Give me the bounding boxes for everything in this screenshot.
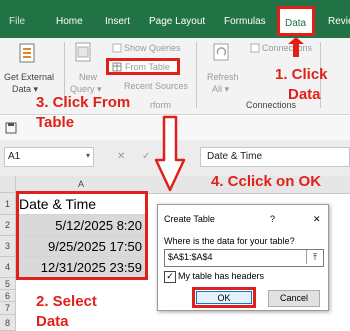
range-input[interactable]: $A$1:$A$4 ⤒ [164, 249, 324, 267]
callout-step3: 3. Click From [36, 94, 131, 111]
ok-button-highlight: OK [192, 287, 256, 308]
range-prompt-label: Where is the data for your table? [164, 236, 295, 246]
headers-checkbox-label: My table has headers [178, 271, 265, 281]
cancel-button[interactable]: Cancel [268, 290, 320, 307]
collapse-dialog-icon[interactable]: ⤒ [306, 250, 323, 264]
help-icon[interactable]: ? [270, 214, 275, 225]
arrow-down-to-dialog-icon [154, 115, 186, 192]
headers-checkbox[interactable]: ✓ [164, 271, 176, 283]
callout-step2-line2: Data [36, 313, 69, 330]
callout-step4: 4. Cclick on OK [211, 173, 322, 190]
ok-button[interactable]: OK [196, 291, 252, 304]
callout-step2: 2. Select [36, 293, 97, 310]
create-table-dialog: Create Table ? ✕ Where is the data for y… [157, 204, 329, 311]
callout-step1: 1. Click [275, 66, 328, 83]
callout-step3-line2: Table [36, 114, 75, 131]
arrow-to-data-tab-icon [288, 37, 304, 57]
dialog-title: Create Table [164, 214, 215, 224]
range-value: $A$1:$A$4 [168, 252, 213, 262]
close-icon[interactable]: ✕ [313, 214, 321, 225]
callout-step1-line2: Data [288, 86, 321, 103]
